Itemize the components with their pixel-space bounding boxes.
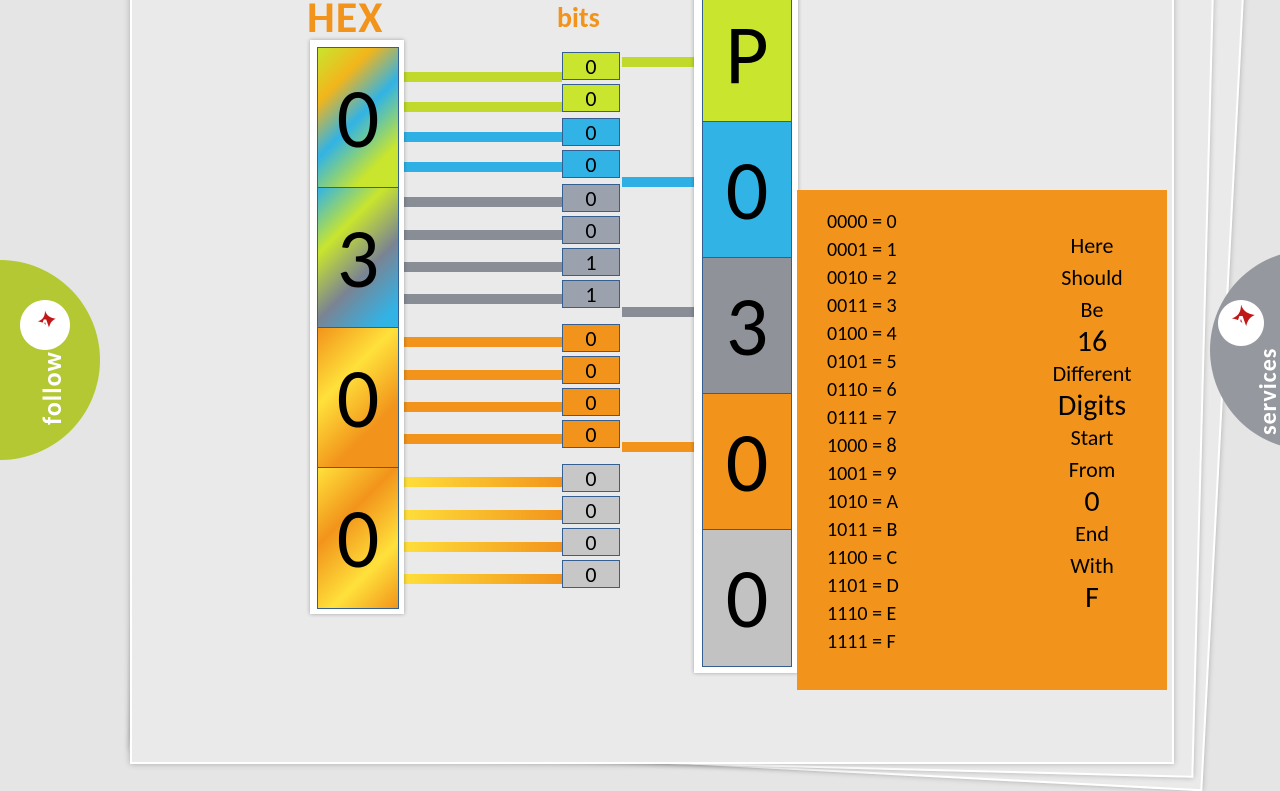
left-tab-label: follow [36,351,68,425]
result-cell: 0 [702,121,792,259]
bit-cell: 0 [562,560,620,588]
result-column: P 0 3 0 0 [694,0,798,673]
bit-cell: 0 [562,150,620,178]
hex-cell: 0 [317,467,399,609]
bit-cell: 0 [562,184,620,212]
hex-cell: 0 [317,47,399,189]
hex-cell: 0 [317,327,399,469]
bit-cell: 0 [562,356,620,384]
hex-cell: 3 [317,187,399,329]
bit-cell: 0 [562,464,620,492]
bit-cell: 0 [562,420,620,448]
bit-cell: 0 [562,388,620,416]
info-panel: 0000 = 00001 = 1 0010 = 20011 = 3 0100 =… [797,190,1167,690]
bit-cell: 0 [562,496,620,524]
bit-cell: 0 [562,84,620,112]
bit-cell: 0 [562,528,620,556]
logo-icon: A [20,300,70,350]
svg-text:A: A [40,314,51,336]
result-cell: P [702,0,792,123]
logo-icon: A [1218,300,1264,346]
heading-bits: bits [557,0,600,35]
result-cell: 3 [702,257,792,395]
bit-cell: 0 [562,324,620,352]
left-tab-follow[interactable]: A follow [0,260,110,460]
hex-map-list: 0000 = 00001 = 1 0010 = 20011 = 3 0100 =… [827,208,899,656]
svg-text:A: A [1234,310,1248,338]
bit-cell: 1 [562,248,620,276]
bit-cell: 1 [562,280,620,308]
diagram-stage: HEX bits 0 3 0 0 0 [100,0,1180,720]
heading-hex: HEX [307,0,383,44]
bit-cell: 0 [562,52,620,80]
bit-cell: 0 [562,118,620,146]
result-cell: 0 [702,393,792,531]
explain-text: Here Should Be 16 Different Digits Start… [1027,230,1157,614]
bit-cell: 0 [562,216,620,244]
result-cell: 0 [702,529,792,667]
hex-column: 0 3 0 0 [310,40,404,614]
